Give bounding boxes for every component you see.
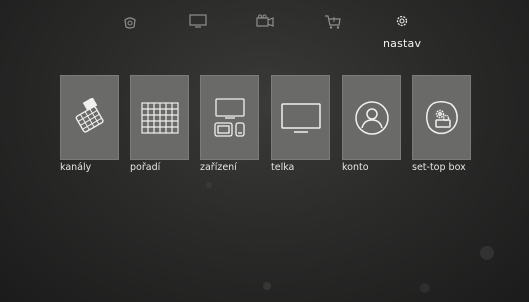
- shopping-cart-icon: [325, 15, 341, 29]
- bokeh-dot: [420, 283, 430, 293]
- gear-icon: [396, 15, 408, 27]
- nav-item-tv[interactable]: [110, 14, 150, 30]
- tile-channels[interactable]: [60, 75, 119, 160]
- devices-icon: [213, 97, 245, 137]
- tile-order-label: pořadí: [130, 162, 161, 173]
- video-camera-icon: [256, 14, 274, 27]
- tile-channels-label: kanály: [60, 162, 92, 173]
- nav-item-video[interactable]: [245, 14, 285, 28]
- grid-icon: [140, 101, 179, 134]
- user-icon: [354, 100, 389, 135]
- settings-box-icon: [425, 100, 458, 134]
- nav-item-store[interactable]: [313, 14, 353, 30]
- tile-tv[interactable]: [271, 75, 330, 160]
- tile-account-label: konto: [342, 162, 369, 173]
- bokeh-dot: [263, 282, 271, 290]
- bokeh-dot: [206, 182, 212, 188]
- top-navigation: nastav: [0, 0, 529, 60]
- tile-set-top-box[interactable]: [412, 75, 471, 160]
- tile-order[interactable]: [130, 75, 189, 160]
- remote-control-icon: [75, 97, 104, 133]
- tv-logo-icon: [124, 17, 136, 29]
- television-icon: [189, 14, 207, 28]
- nav-item-television[interactable]: [178, 14, 218, 28]
- tile-devices-label: zařízení: [200, 162, 237, 173]
- tile-set-top-box-label: set-top box: [412, 162, 466, 173]
- nav-item-settings[interactable]: [382, 14, 422, 28]
- nav-item-settings-label: nastav: [383, 37, 422, 50]
- bokeh-dot: [480, 246, 494, 260]
- tile-tv-label: telka: [271, 162, 295, 173]
- monitor-icon: [280, 102, 321, 133]
- tile-account[interactable]: [342, 75, 401, 160]
- tile-devices[interactable]: [200, 75, 259, 160]
